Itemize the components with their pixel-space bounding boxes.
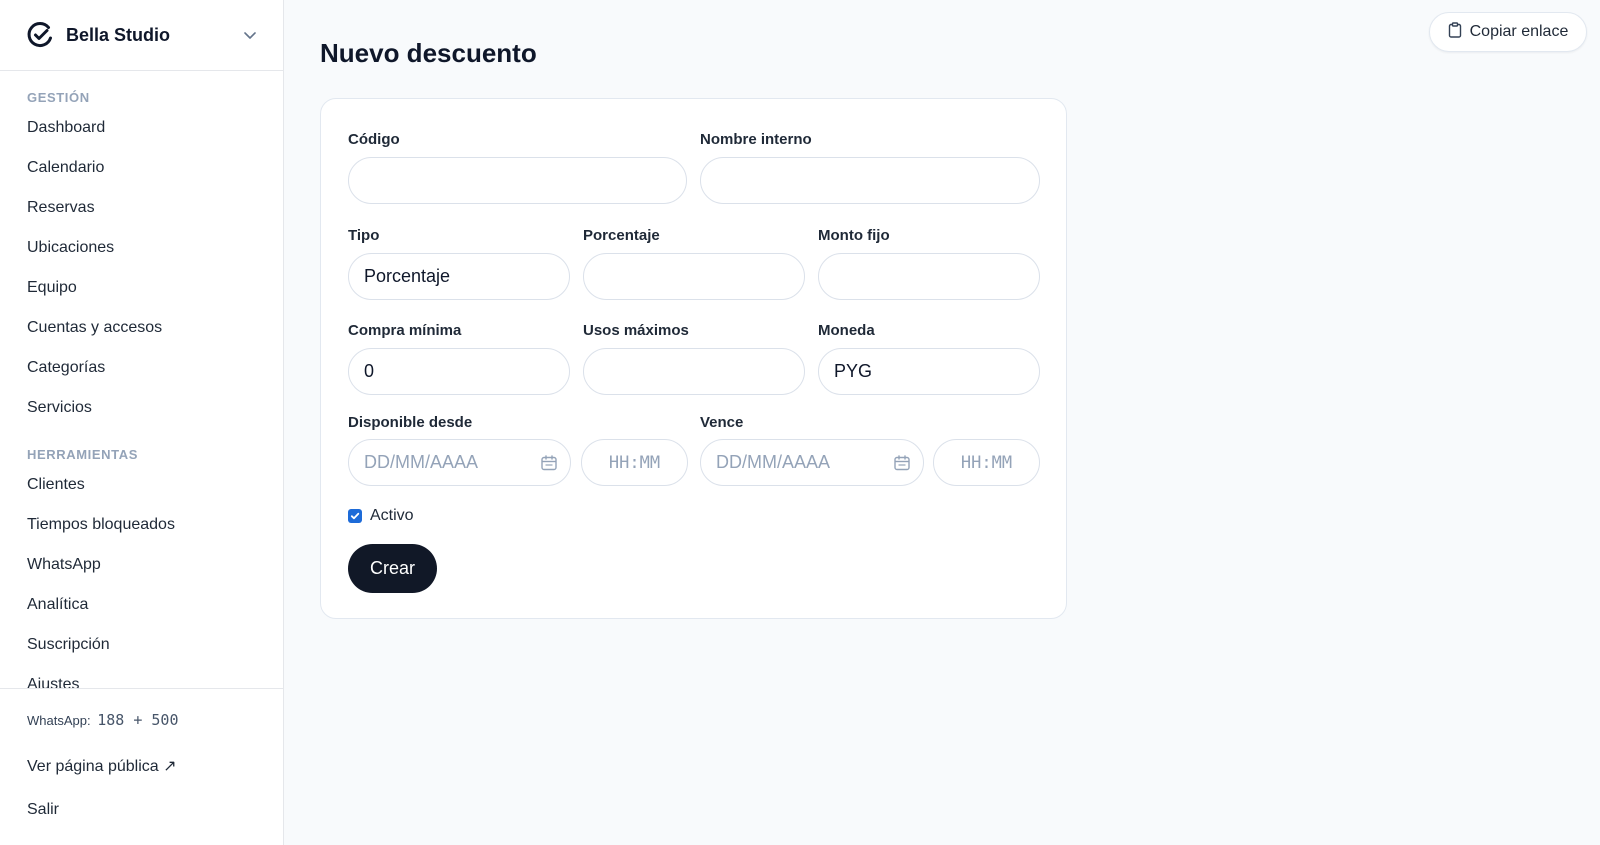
sidebar-item-tiempos-bloqueados[interactable]: Tiempos bloqueados	[0, 505, 283, 545]
time-placeholder: HH:MM	[608, 452, 661, 473]
sidebar: Bella Studio GESTIÓN Dashboard Calendari…	[0, 0, 284, 845]
sidebar-item-servicios[interactable]: Servicios	[0, 388, 283, 428]
fixed-amount-label: Monto fijo	[818, 227, 890, 244]
percentage-label: Porcentaje	[583, 227, 660, 244]
max-uses-input[interactable]	[583, 348, 805, 395]
currency-label: Moneda	[818, 322, 875, 339]
clipboard-icon	[1448, 21, 1462, 43]
type-select[interactable]: Porcentaje	[348, 253, 570, 300]
min-purchase-label: Compra mínima	[348, 322, 462, 339]
active-toggle[interactable]: Activo	[348, 507, 414, 525]
workspace-name: Bella Studio	[66, 24, 171, 45]
public-page-link[interactable]: Ver página pública ↗	[27, 756, 177, 776]
copy-link-button[interactable]: Copiar enlace	[1429, 12, 1587, 52]
internal-name-input[interactable]	[700, 157, 1040, 204]
sidebar-item-whatsapp[interactable]: WhatsApp	[0, 545, 283, 585]
sidebar-item-calendario[interactable]: Calendario	[0, 148, 283, 188]
sidebar-footer: WhatsApp: 188 + 500 Ver página pública ↗…	[0, 688, 283, 845]
calendar-icon[interactable]	[540, 454, 558, 472]
whatsapp-usage-value: 188 + 500	[97, 711, 179, 729]
available-from-date-input[interactable]: DD/MM/AAAA	[348, 439, 571, 486]
percentage-input[interactable]	[583, 253, 805, 300]
sidebar-item-ubicaciones[interactable]: Ubicaciones	[0, 228, 283, 268]
fixed-amount-input[interactable]	[818, 253, 1040, 300]
whatsapp-usage: WhatsApp: 188 + 500	[27, 711, 179, 729]
sidebar-item-equipo[interactable]: Equipo	[0, 268, 283, 308]
expires-date-input[interactable]: DD/MM/AAAA	[700, 439, 924, 486]
workspace-switcher[interactable]: Bella Studio	[0, 0, 283, 71]
type-value: Porcentaje	[364, 266, 451, 286]
sidebar-item-analitica[interactable]: Analítica	[0, 585, 283, 625]
available-from-label: Disponible desde	[348, 414, 473, 431]
currency-value: PYG	[834, 361, 873, 381]
sidebar-item-categorias[interactable]: Categorías	[0, 348, 283, 388]
nav-section-title: GESTIÓN	[27, 90, 90, 105]
min-purchase-input[interactable]: 0	[348, 348, 570, 395]
code-input[interactable]	[348, 157, 687, 204]
expires-time-input[interactable]: HH:MM	[933, 439, 1040, 486]
chevron-down-icon[interactable]	[241, 26, 259, 44]
check-circle-icon	[26, 21, 54, 49]
logout-link[interactable]: Salir	[27, 801, 59, 819]
date-placeholder: DD/MM/AAAA	[364, 452, 479, 472]
code-label: Código	[348, 131, 400, 148]
sidebar-item-dashboard[interactable]: Dashboard	[0, 108, 283, 148]
time-placeholder: HH:MM	[960, 452, 1013, 473]
date-placeholder: DD/MM/AAAA	[716, 452, 831, 472]
sidebar-item-clientes[interactable]: Clientes	[0, 465, 283, 505]
whatsapp-usage-label: WhatsApp:	[27, 713, 91, 728]
sidebar-nav: GESTIÓN Dashboard Calendario Reservas Ub…	[0, 71, 283, 688]
calendar-icon[interactable]	[893, 454, 911, 472]
available-from-time-input[interactable]: HH:MM	[581, 439, 688, 486]
expires-label: Vence	[700, 414, 744, 431]
currency-input[interactable]: PYG	[818, 348, 1040, 395]
sidebar-item-ajustes[interactable]: Ajustes	[0, 665, 283, 688]
discount-form: Código Nombre interno Tipo Porcentaje Po…	[320, 98, 1067, 619]
active-checkbox[interactable]	[348, 509, 362, 523]
type-label: Tipo	[348, 227, 380, 244]
sidebar-item-reservas[interactable]: Reservas	[0, 188, 283, 228]
copy-link-label: Copiar enlace	[1469, 23, 1569, 40]
sidebar-item-cuentas[interactable]: Cuentas y accesos	[0, 308, 283, 348]
active-label: Activo	[370, 507, 414, 524]
internal-name-label: Nombre interno	[700, 131, 812, 148]
sidebar-item-suscripcion[interactable]: Suscripción	[0, 625, 283, 665]
create-button[interactable]: Crear	[348, 544, 437, 593]
page-title: Nuevo descuento	[320, 38, 537, 68]
max-uses-label: Usos máximos	[583, 322, 689, 339]
min-purchase-value: 0	[364, 361, 375, 381]
nav-section-title: HERRAMIENTAS	[27, 447, 138, 462]
